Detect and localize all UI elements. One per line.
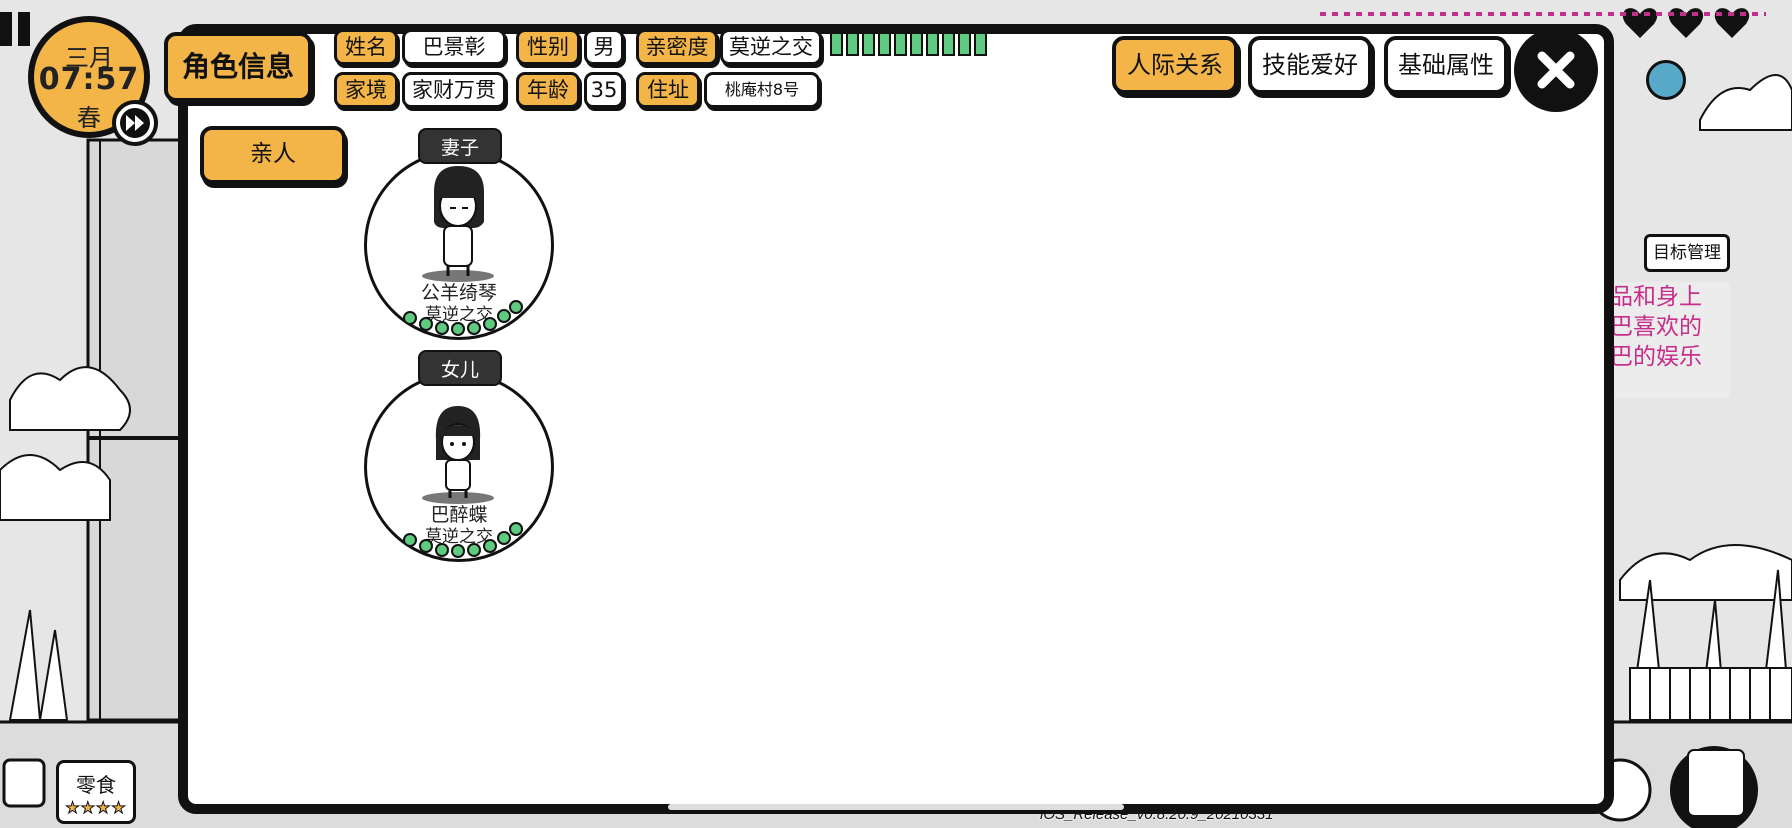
close-icon xyxy=(1537,51,1575,89)
intimacy-value: 莫逆之交 xyxy=(720,29,822,65)
name-label: 姓名 xyxy=(334,29,398,65)
intimacy-bar-segment xyxy=(942,32,955,56)
goal-management-button[interactable]: 目标管理 xyxy=(1644,234,1730,272)
tab-basic-attributes[interactable]: 基础属性 xyxy=(1384,36,1508,94)
category-relatives[interactable]: 亲人 xyxy=(200,126,346,184)
gender-value: 男 xyxy=(584,29,624,65)
tool-icon[interactable] xyxy=(1646,60,1686,100)
snack-stars: ★★★★ xyxy=(65,798,127,818)
panel-title: 角色信息 xyxy=(164,32,312,102)
intimacy-label: 亲密度 xyxy=(636,29,718,65)
intimacy-bar-segment xyxy=(830,32,843,56)
tab-skills-hobbies[interactable]: 技能爱好 xyxy=(1248,36,1372,94)
name-value: 巴景彰 xyxy=(402,29,506,65)
intimacy-bar-segment xyxy=(862,32,875,56)
address-value: 桃庵村8号 xyxy=(704,72,820,108)
intimacy-bar-segment xyxy=(974,32,987,56)
fast-forward-icon xyxy=(120,108,150,138)
address-label: 住址 xyxy=(636,72,700,108)
fast-forward-button[interactable] xyxy=(112,100,158,146)
side-hint-text: 品和身上 巴喜欢的 巴的娱乐 xyxy=(1604,282,1730,398)
tab-relationships[interactable]: 人际关系 xyxy=(1112,36,1238,94)
close-button[interactable] xyxy=(1514,28,1598,112)
age-label: 年龄 xyxy=(516,72,580,108)
intimacy-bar-segment xyxy=(878,32,891,56)
affinity-dots xyxy=(403,300,523,336)
relation-card-wife[interactable]: 妻子 公羊绮琴 莫逆之交 xyxy=(352,128,554,348)
family-label: 家境 xyxy=(334,72,398,108)
intimacy-bar-segment xyxy=(926,32,939,56)
intimacy-bar-segment xyxy=(894,32,907,56)
intimacy-bar xyxy=(830,32,1004,58)
snack-item[interactable]: 零食 ★★★★ xyxy=(56,760,136,824)
clock-time: 07:57 xyxy=(38,62,140,97)
intimacy-bar-segment xyxy=(958,32,971,56)
scroll-indicator[interactable] xyxy=(668,804,1124,810)
affinity-dots xyxy=(403,522,523,558)
relation-card-daughter[interactable]: 女儿 巴醉蝶 莫逆之交 xyxy=(352,350,554,570)
snack-label: 零食 xyxy=(76,773,116,797)
age-value: 35 xyxy=(584,72,624,108)
family-value: 家财万贯 xyxy=(402,72,506,108)
intimacy-bar-segment xyxy=(910,32,923,56)
gender-label: 性别 xyxy=(516,29,580,65)
intimacy-bar-segment xyxy=(846,32,859,56)
